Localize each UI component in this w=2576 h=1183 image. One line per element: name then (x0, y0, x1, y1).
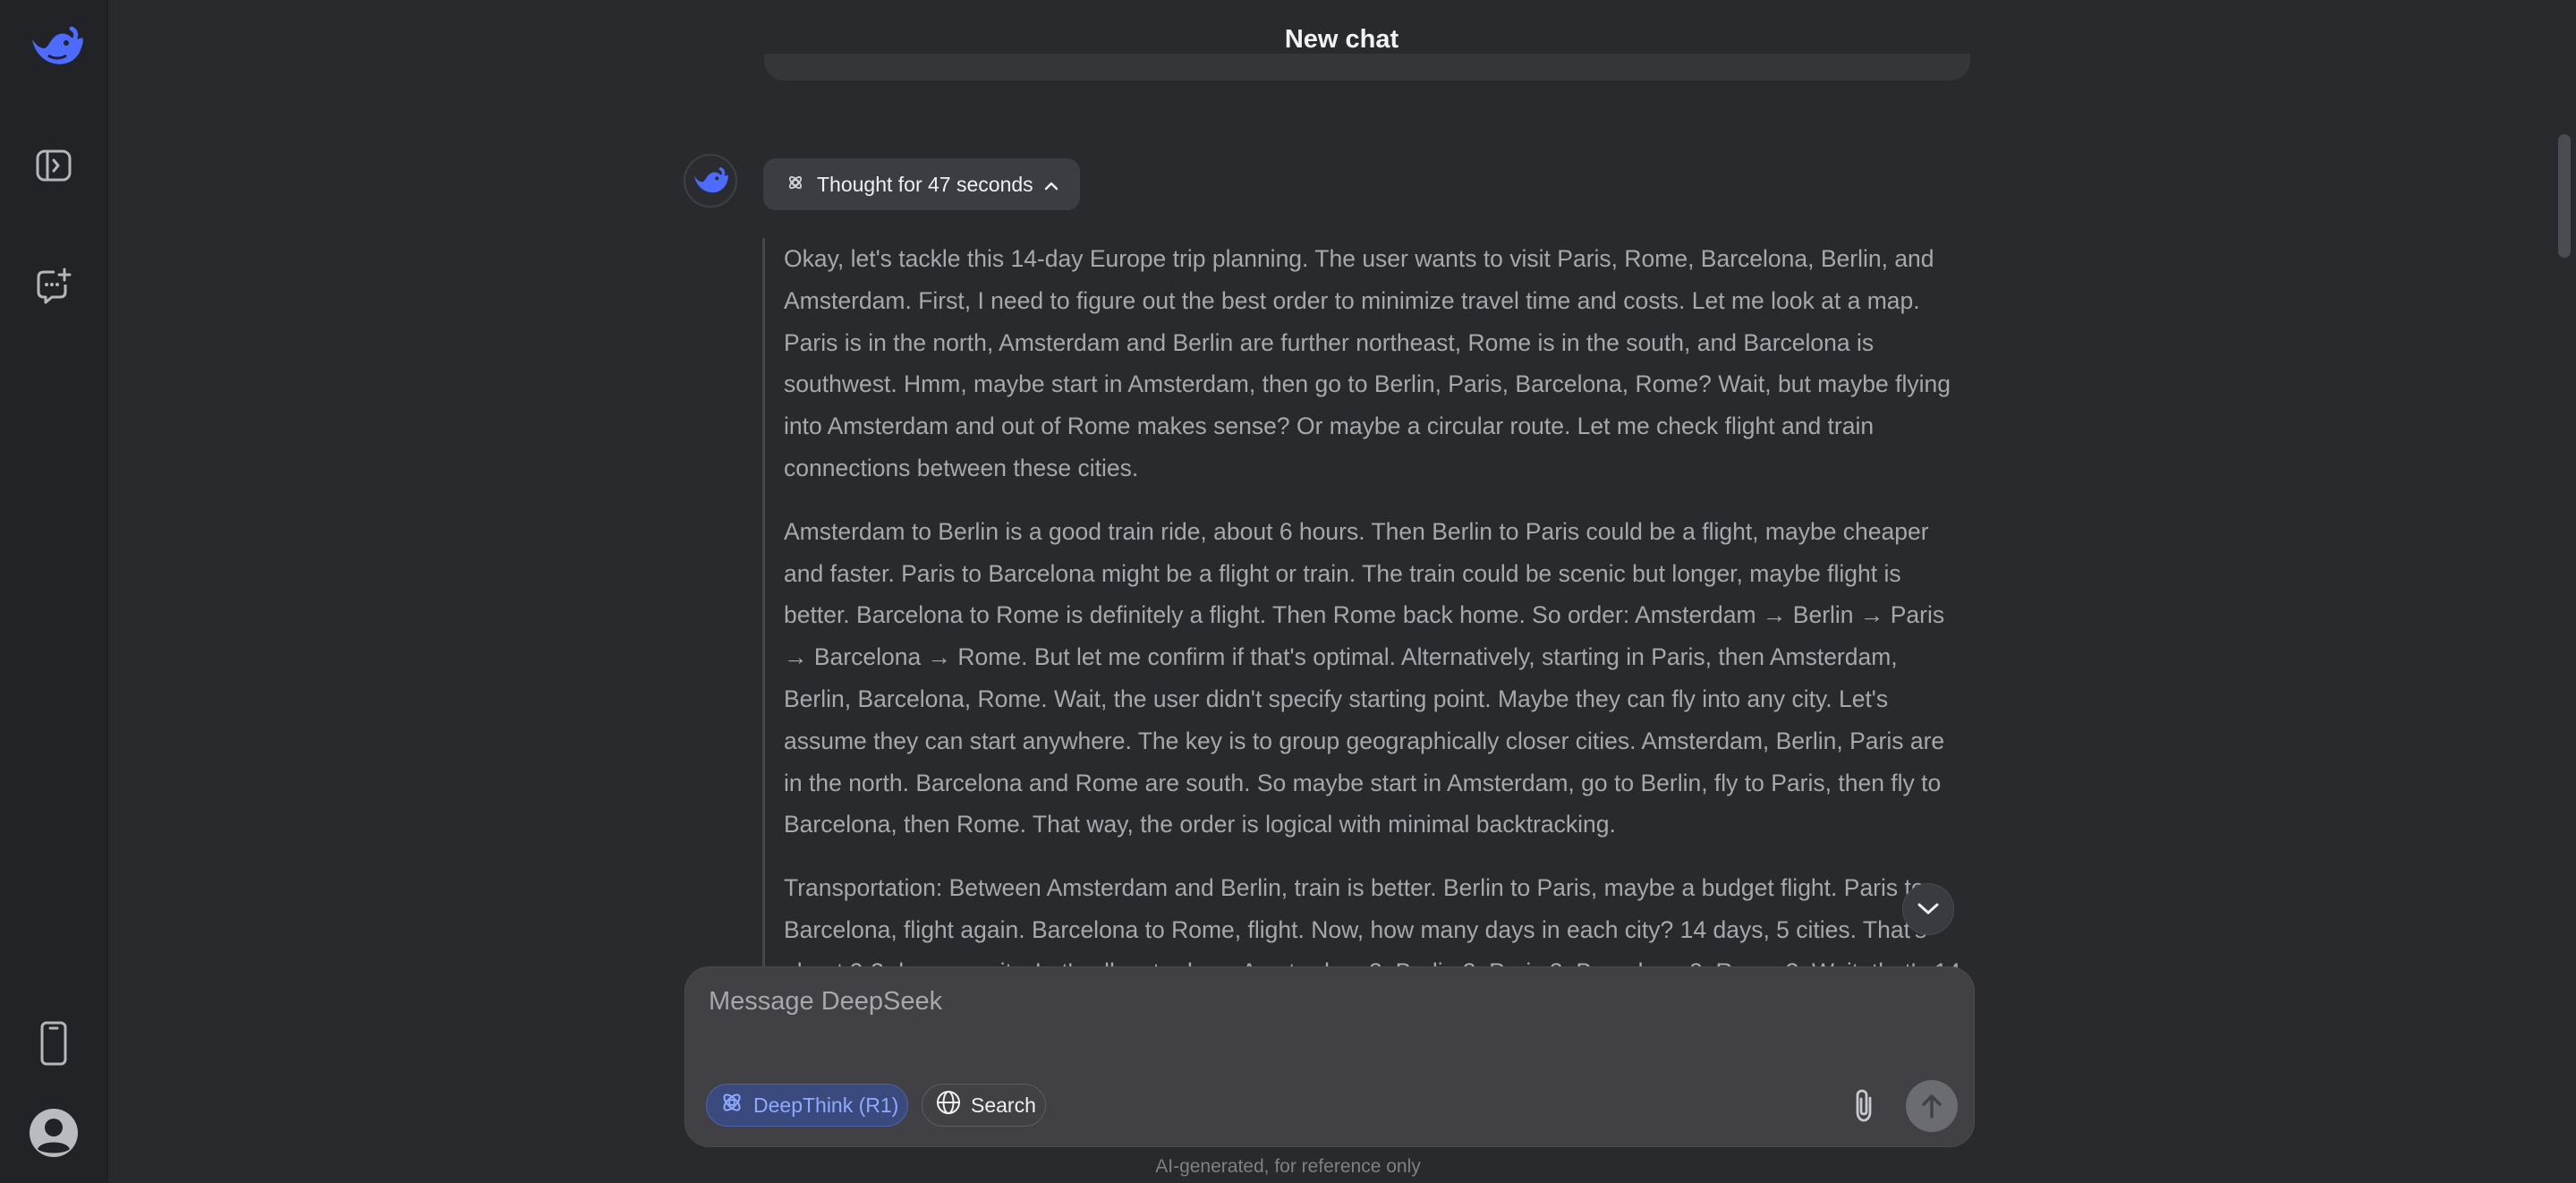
scroll-to-bottom-button[interactable] (1902, 883, 1954, 935)
new-chat-icon[interactable] (32, 265, 75, 308)
thinking-content: Okay, let's tackle this 14-day Europe tr… (762, 238, 1977, 972)
deepthink-toggle[interactable]: DeepThink (R1) (706, 1084, 908, 1127)
deepthink-label: DeepThink (R1) (753, 1093, 899, 1117)
paperclip-icon (1856, 1089, 1872, 1122)
message-input[interactable] (707, 985, 1945, 1043)
thinking-paragraph: Amsterdam to Berlin is a good train ride… (784, 517, 1945, 838)
scrollbar-thumb[interactable] (2558, 134, 2571, 258)
arrow-up-icon (1922, 1094, 1942, 1119)
deepseek-logo-icon[interactable] (25, 20, 88, 73)
assistant-avatar (684, 154, 737, 208)
globe-icon (935, 1089, 962, 1121)
sidebar (0, 0, 108, 1183)
message-composer: DeepThink (R1) Search (684, 966, 1975, 1147)
chevron-up-icon (1044, 173, 1058, 197)
send-button[interactable] (1906, 1080, 1958, 1132)
thinking-paragraph: Transportation: Between Amsterdam and Be… (784, 874, 1961, 972)
search-toggle[interactable]: Search (922, 1084, 1046, 1127)
thinking-paragraph: Okay, let's tackle this 14-day Europe tr… (784, 245, 1951, 481)
thought-label: Thought for 47 seconds (817, 172, 1033, 196)
deepseek-whale-icon (694, 167, 728, 193)
deepthink-icon (786, 173, 804, 197)
thought-toggle-button[interactable]: Thought for 47 seconds (763, 158, 1080, 210)
user-avatar-icon[interactable] (29, 1108, 79, 1158)
chevron-down-icon (1917, 903, 1939, 915)
ai-disclaimer: AI-generated, for reference only (1155, 1156, 1421, 1177)
previous-message-edge (764, 54, 1970, 81)
sidebar-panel-icon[interactable] (32, 147, 75, 184)
page-title: New chat (1284, 25, 1399, 54)
search-label: Search (971, 1093, 1036, 1117)
deepthink-icon (719, 1090, 744, 1120)
mobile-phone-icon[interactable] (36, 1018, 72, 1068)
attach-file-button[interactable] (1842, 1084, 1885, 1127)
